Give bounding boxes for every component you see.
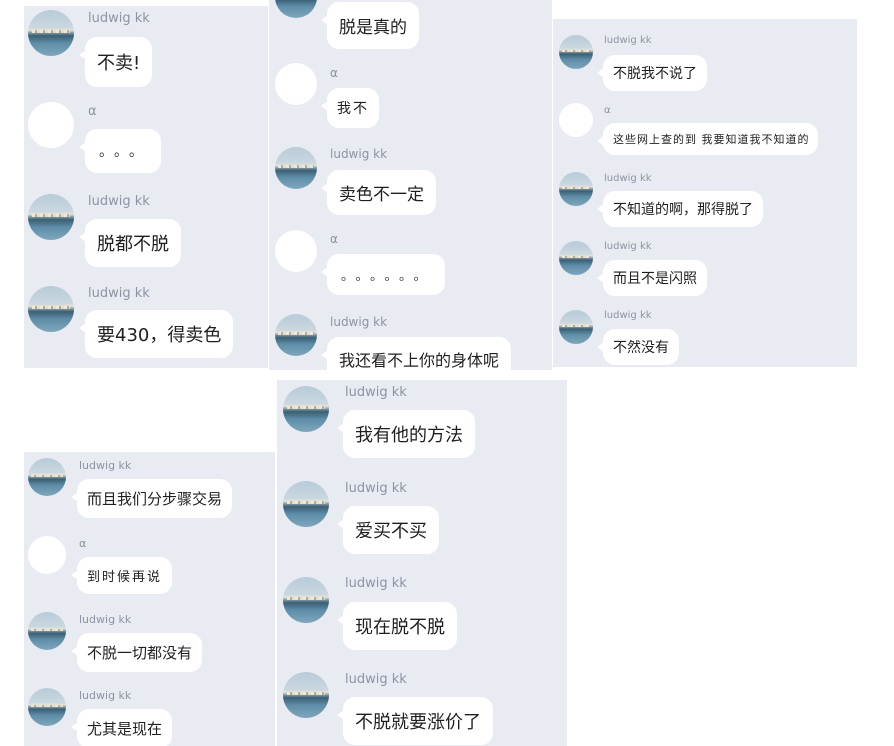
seaside-town-avatar-icon[interactable] (275, 314, 317, 356)
sender-name: ludwig kk (345, 481, 407, 496)
message-bubble[interactable]: 我不 (321, 88, 379, 128)
seaside-town-avatar-icon[interactable] (28, 10, 74, 56)
sender-name: ludwig kk (604, 310, 652, 321)
seaside-town-avatar-icon[interactable] (559, 310, 593, 344)
blank-white-avatar-icon[interactable] (28, 102, 74, 148)
message-bubble[interactable]: 脱是真的 (321, 2, 419, 49)
message-bubble[interactable]: 不脱一切都没有 (70, 633, 203, 672)
chat-panel-3: ludwig kk 不脱我不说了 α 这些网上查的到 我要知道我不知道的 lud… (553, 19, 857, 367)
message-bubble[interactable]: 不脱我不说了 (597, 55, 707, 91)
blank-white-avatar-icon[interactable] (559, 103, 593, 137)
seaside-town-avatar-icon[interactable] (283, 481, 329, 527)
message-bubble[interactable]: 我还看不上你的身体呢 (320, 337, 512, 370)
seaside-town-avatar-icon[interactable] (283, 577, 329, 623)
blank-white-avatar-icon[interactable] (28, 536, 66, 574)
message-bubble[interactable]: 我有他的方法 (337, 410, 475, 458)
seaside-town-avatar-icon[interactable] (559, 35, 593, 69)
message-bubble[interactable]: 卖色不一定 (321, 170, 436, 215)
sender-name: ludwig kk (330, 147, 388, 161)
message-bubble[interactable]: 这些网上查的到 我要知道我不知道的 (597, 123, 818, 155)
sender-name: α (88, 104, 97, 119)
seaside-town-avatar-icon[interactable] (28, 286, 74, 332)
message-bubble[interactable]: 不卖! (78, 37, 153, 87)
message-bubble[interactable]: 爱买不买 (337, 506, 439, 554)
sender-name: ludwig kk (79, 613, 132, 626)
sender-name: ludwig kk (88, 286, 150, 301)
message-bubble[interactable]: 。。。。。。 (321, 254, 445, 295)
sender-name: ludwig kk (604, 241, 652, 252)
message-bubble[interactable]: 尤其是现在 (70, 709, 173, 746)
sender-name: α (79, 537, 87, 550)
seaside-town-avatar-icon[interactable] (28, 194, 74, 240)
chat-panel-4: ludwig kk 而且我们分步骤交易 α 到时候再说 ludwig kk 不脱… (24, 452, 275, 746)
seaside-town-avatar-icon[interactable] (275, 0, 317, 18)
sender-name: ludwig kk (79, 459, 132, 472)
chat-panel-5: ludwig kk 我有他的方法 ludwig kk 爱买不买 ludwig k… (277, 380, 567, 746)
blank-white-avatar-icon[interactable] (275, 230, 317, 272)
seaside-town-avatar-icon[interactable] (275, 147, 317, 189)
sender-name: ludwig kk (345, 672, 407, 687)
sender-name: ludwig kk (604, 173, 652, 184)
sender-name: ludwig kk (345, 576, 407, 591)
message-bubble[interactable]: 到时候再说 (70, 557, 173, 594)
seaside-town-avatar-icon[interactable] (283, 386, 329, 432)
seaside-town-avatar-icon[interactable] (283, 672, 329, 718)
sender-name: ludwig kk (79, 689, 132, 702)
message-bubble[interactable]: 。。。 (79, 129, 161, 173)
sender-name: ludwig kk (330, 315, 388, 329)
message-bubble[interactable]: 脱都不脱 (79, 219, 181, 267)
blank-white-avatar-icon[interactable] (275, 63, 317, 105)
sender-name: ludwig kk (604, 35, 652, 46)
sender-name: α (330, 66, 338, 80)
message-bubble[interactable]: 不脱就要涨价了 (337, 697, 493, 745)
seaside-town-avatar-icon[interactable] (28, 688, 66, 726)
sender-name: ludwig kk (88, 11, 150, 26)
seaside-town-avatar-icon[interactable] (28, 458, 66, 496)
seaside-town-avatar-icon[interactable] (28, 612, 66, 650)
sender-name: ludwig kk (88, 194, 150, 209)
sender-name: α (604, 105, 611, 116)
seaside-town-avatar-icon[interactable] (559, 172, 593, 206)
seaside-town-avatar-icon[interactable] (559, 241, 593, 275)
sender-name: α (330, 232, 338, 246)
message-bubble[interactable]: 不然没有 (597, 329, 679, 365)
message-bubble[interactable]: 而且不是闪照 (597, 260, 707, 296)
message-bubble[interactable]: 要430，得卖色 (78, 310, 234, 358)
chat-panel-2: 脱是真的 α 我不 ludwig kk 卖色不一定 α 。。。。。。 ludwi… (269, 0, 552, 370)
chat-panel-1: ludwig kk 不卖! α 。。。 ludwig kk 脱都不脱 ludwi… (24, 6, 268, 368)
sender-name: ludwig kk (345, 385, 407, 400)
message-bubble[interactable]: 而且我们分步骤交易 (70, 479, 233, 518)
message-bubble[interactable]: 现在脱不脱 (337, 602, 457, 650)
message-bubble[interactable]: 不知道的啊，那得脱了 (597, 191, 763, 227)
